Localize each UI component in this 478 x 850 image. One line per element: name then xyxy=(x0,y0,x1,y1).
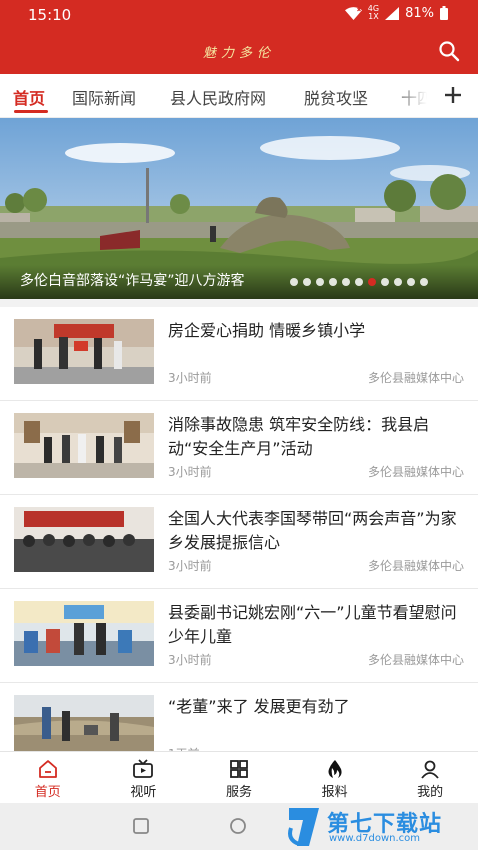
carousel-dot[interactable] xyxy=(316,278,324,286)
watermark-logo-icon xyxy=(288,808,319,846)
news-item[interactable]: 房企爱心捐助 情暖乡镇小学 3小时前 多伦县融媒体中心 xyxy=(0,307,478,401)
nav-label: 服务 xyxy=(225,785,252,800)
banner-caption: 多伦白音部落设“诈马宴”迎八方游客 xyxy=(20,273,245,289)
news-item[interactable]: 消除事故隐患 筑牢安全防线：我县启动“安全生产月”活动 3小时前 多伦县融媒体中… xyxy=(0,401,478,495)
battery-percent: 81% xyxy=(405,5,434,21)
home-circle-icon[interactable] xyxy=(229,817,247,835)
nav-services[interactable]: 服务 xyxy=(191,752,287,803)
carousel-dot[interactable] xyxy=(303,278,311,286)
news-thumbnail xyxy=(14,413,154,478)
news-title: “老董”来了 发展更有劲了 xyxy=(168,697,350,716)
carousel-dot[interactable] xyxy=(381,278,389,286)
active-tab-indicator xyxy=(14,110,48,113)
add-tab-button[interactable] xyxy=(442,84,464,106)
tab-home[interactable]: 首页 xyxy=(13,85,45,109)
network-type: 4G 1X xyxy=(367,4,380,21)
wifi-icon xyxy=(344,6,362,20)
status-time: 15:10 xyxy=(28,6,72,24)
news-title: 房企爱心捐助 情暖乡镇小学 xyxy=(168,321,366,340)
user-icon xyxy=(421,760,439,779)
status-icons: 4G 1X 81% xyxy=(344,4,448,21)
news-thumbnail xyxy=(14,601,154,666)
carousel-dot[interactable] xyxy=(407,278,415,286)
nav-label: 我的 xyxy=(417,785,444,800)
plus-icon xyxy=(445,87,461,103)
tab-international-news[interactable]: 国际新闻 xyxy=(72,85,136,109)
news-thumbnail xyxy=(14,507,154,572)
app-title: 魅力多伦 xyxy=(202,46,275,61)
nav-label: 首页 xyxy=(34,785,61,800)
nav-home[interactable]: 首页 xyxy=(0,752,96,803)
home-icon xyxy=(38,760,57,778)
recent-apps-icon[interactable] xyxy=(132,817,150,835)
news-time: 3小时前 xyxy=(168,653,212,667)
grid-icon xyxy=(230,760,248,778)
carousel-dot[interactable] xyxy=(420,278,428,286)
bottom-navigation: 首页 视听 服务 报料 我的 xyxy=(0,751,478,803)
app-header: 15:10 4G 1X 81% 魅力多伦 xyxy=(0,0,478,74)
tab-poverty-alleviation[interactable]: 脱贫攻坚 xyxy=(304,85,368,109)
carousel-dot[interactable] xyxy=(394,278,402,286)
carousel-dot[interactable] xyxy=(342,278,350,286)
flame-icon xyxy=(328,760,342,778)
featured-banner[interactable]: 多伦白音部落设“诈马宴”迎八方游客 xyxy=(0,118,478,299)
battery-icon xyxy=(440,6,448,20)
carousel-dot[interactable] xyxy=(329,278,337,286)
news-source: 多伦县融媒体中心 xyxy=(367,465,464,479)
news-item[interactable]: 县委副书记姚宏刚“六一”儿童节看望慰问少年儿童 3小时前 多伦县融媒体中心 xyxy=(0,589,478,683)
news-time: 3小时前 xyxy=(168,465,212,479)
search-button[interactable] xyxy=(436,38,462,64)
news-time: 3小时前 xyxy=(168,559,212,573)
news-title: 县委副书记姚宏刚“六一”儿童节看望慰问少年儿童 xyxy=(168,603,457,646)
tab-county-government[interactable]: 县人民政府网 xyxy=(170,85,266,109)
site-watermark: 第七下载站 www.d7down.com xyxy=(283,804,478,850)
nav-profile[interactable]: 我的 xyxy=(382,752,478,803)
news-title: 全国人大代表李国琴带回“两会声音”为家乡发展提振信心 xyxy=(168,509,457,552)
carousel-dots xyxy=(290,278,428,286)
status-bar: 15:10 4G 1X 81% xyxy=(0,0,478,30)
carousel-dot[interactable] xyxy=(290,278,298,286)
news-item[interactable]: 全国人大代表李国琴带回“两会声音”为家乡发展提振信心 3小时前 多伦县融媒体中心 xyxy=(0,495,478,589)
carousel-dot[interactable] xyxy=(368,278,376,286)
nav-report[interactable]: 报料 xyxy=(287,752,383,803)
carousel-dot[interactable] xyxy=(355,278,363,286)
news-thumbnail xyxy=(14,319,154,384)
news-source: 多伦县融媒体中心 xyxy=(367,371,464,385)
nav-label: 视听 xyxy=(130,785,157,800)
nav-label: 报料 xyxy=(321,785,348,800)
nav-video[interactable]: 视听 xyxy=(96,752,192,803)
section-divider xyxy=(0,299,478,307)
watermark-url: www.d7down.com xyxy=(329,833,421,844)
category-tabs: 首页 国际新闻 县人民政府网 脱贫攻坚 十四 xyxy=(0,74,478,118)
news-source: 多伦县融媒体中心 xyxy=(367,653,464,667)
search-icon xyxy=(439,41,460,62)
video-icon xyxy=(133,759,154,778)
news-source: 多伦县融媒体中心 xyxy=(367,559,464,573)
news-time: 3小时前 xyxy=(168,371,212,385)
tab-fade xyxy=(392,74,442,117)
signal-icon xyxy=(385,6,400,20)
news-title: 消除事故隐患 筑牢安全防线：我县启动“安全生产月”活动 xyxy=(168,415,430,458)
